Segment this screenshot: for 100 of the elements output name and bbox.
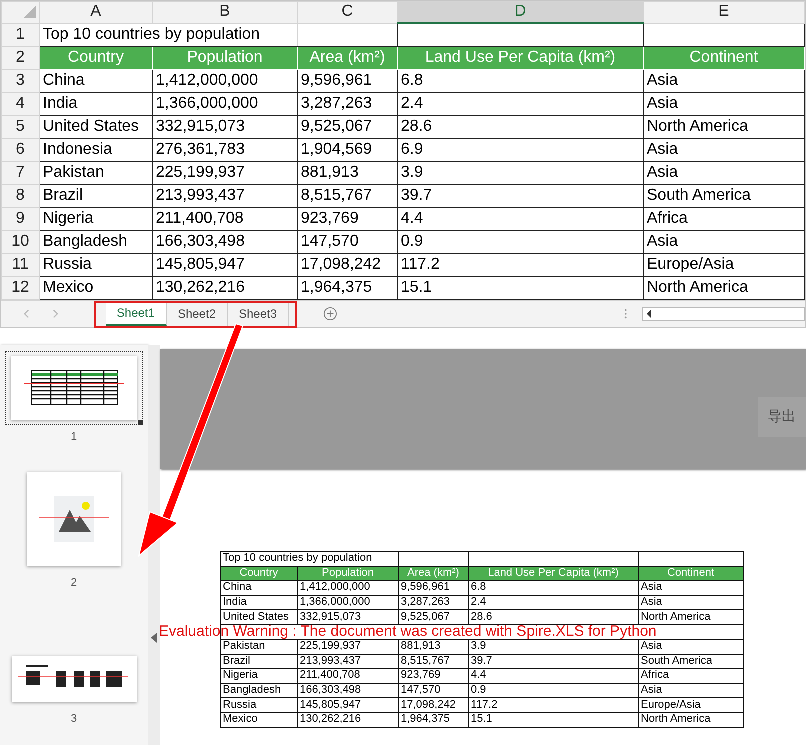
table-cell: India — [220, 595, 298, 610]
table-cell: 211,400,708 — [152, 208, 298, 230]
header-cell: Population — [152, 46, 298, 70]
row-header[interactable]: 3 — [2, 70, 40, 92]
table-cell: 3.9 — [398, 162, 644, 184]
table-cell: 1,964,375 — [298, 276, 398, 300]
add-icon[interactable] — [323, 306, 338, 322]
table-cell: 15.1 — [398, 276, 644, 300]
table-cell: 147,570 — [298, 230, 398, 254]
header-cell: Population — [298, 566, 398, 581]
table-cell: 881,913 — [298, 162, 398, 184]
table-cell: 1,904,569 — [298, 138, 398, 162]
table-cell: 9,596,961 — [398, 580, 468, 596]
table-cell: Bangladesh — [220, 683, 298, 698]
more-icon — [624, 308, 628, 320]
table-cell: Africa — [644, 208, 804, 230]
table-cell: 39.7 — [398, 184, 644, 208]
table-cell: Asia — [644, 92, 804, 116]
table-cell: 2.4 — [468, 595, 638, 610]
table-cell: 15.1 — [468, 712, 638, 728]
header-cell: Land Use Per Capita (km²) — [398, 46, 644, 70]
row-header[interactable]: 9 — [2, 208, 40, 230]
table-cell: United States — [220, 610, 298, 624]
table-cell: Russia — [220, 698, 298, 712]
table-cell: South America — [644, 184, 804, 208]
table-cell: Pakistan — [40, 162, 152, 184]
table-cell: 211,400,708 — [298, 668, 398, 684]
row-header[interactable]: 6 — [2, 138, 40, 162]
column-header[interactable]: C — [298, 2, 398, 23]
header-cell: Continent — [644, 46, 804, 70]
table-cell: 1,366,000,000 — [298, 595, 398, 610]
table-cell: 276,361,783 — [152, 138, 298, 162]
table-cell: 3.9 — [468, 639, 638, 654]
table-cell: 1,412,000,000 — [152, 70, 298, 92]
table-cell: 213,993,437 — [298, 654, 398, 669]
table-cell: Mexico — [40, 276, 152, 300]
table-cell: Pakistan — [220, 639, 298, 654]
table-cell: Asia — [638, 683, 744, 698]
table-cell: 0.9 — [468, 683, 638, 698]
scroll-left-icon[interactable] — [644, 309, 653, 319]
row-header[interactable]: 4 — [2, 92, 40, 116]
row-header[interactable]: 5 — [2, 116, 40, 138]
page-number: 2 — [70, 577, 78, 589]
header-cell: Country — [220, 566, 298, 581]
table-cell: 881,913 — [398, 639, 468, 654]
table-cell: 147,570 — [398, 683, 468, 698]
table-cell: 17,098,242 — [298, 254, 398, 276]
table-cell: 4.4 — [398, 208, 644, 230]
column-header[interactable]: B — [152, 2, 298, 23]
row-header[interactable]: 12 — [2, 276, 40, 300]
table-cell: 17,098,242 — [398, 698, 468, 712]
table-cell: 9,596,961 — [298, 70, 398, 92]
table-cell: Brazil — [40, 184, 152, 208]
table-cell: Asia — [644, 230, 804, 254]
collapse-icon[interactable] — [151, 633, 157, 643]
table-cell: Brazil — [220, 654, 298, 669]
row-header[interactable]: 7 — [2, 162, 40, 184]
table-cell: 9,525,067 — [298, 116, 398, 138]
row-header[interactable]: 8 — [2, 184, 40, 208]
row-header[interactable]: 11 — [2, 254, 40, 276]
table-cell: Top 10 countries by population — [220, 552, 398, 566]
header-cell: Country — [40, 46, 152, 70]
table-cell: 0.9 — [398, 230, 644, 254]
header-cell: Area (km²) — [298, 46, 398, 70]
table-cell: 3,287,263 — [398, 595, 468, 610]
header-cell: Land Use Per Capita (km²) — [468, 566, 638, 581]
table-cell: 923,769 — [398, 668, 468, 684]
table-cell: Mexico — [220, 712, 298, 728]
table-cell: India — [40, 92, 152, 116]
table-cell: 117.2 — [468, 698, 638, 712]
table-cell: Indonesia — [40, 138, 152, 162]
table-cell: Europe/Asia — [644, 254, 804, 276]
table-cell: 6.8 — [468, 580, 638, 596]
row-header[interactable]: 2 — [2, 46, 40, 70]
table-cell: North America — [638, 610, 744, 624]
column-header[interactable]: D — [398, 2, 644, 23]
table-cell: 117.2 — [398, 254, 644, 276]
table-cell: 213,993,437 — [152, 184, 298, 208]
table-cell: 1,412,000,000 — [298, 580, 398, 596]
table-cell: Asia — [638, 580, 744, 596]
sheet-tab[interactable]: Sheet1 — [106, 302, 167, 326]
row-header[interactable]: 10 — [2, 230, 40, 254]
table-cell: 8,515,767 — [298, 184, 398, 208]
horizontal-scrollbar[interactable] — [642, 307, 805, 321]
table-cell: Asia — [638, 595, 744, 610]
table-cell: 332,915,073 — [298, 610, 398, 624]
table-cell: 130,262,216 — [152, 276, 298, 300]
header-cell: Area (km²) — [398, 566, 468, 581]
row-header[interactable]: 1 — [2, 23, 40, 46]
table-cell: Bangladesh — [40, 230, 152, 254]
table-cell: Nigeria — [220, 668, 298, 684]
table-cell: 8,515,767 — [398, 654, 468, 669]
table-cell: Asia — [644, 138, 804, 162]
table-cell: 225,199,937 — [298, 639, 398, 654]
column-header[interactable]: E — [644, 2, 804, 23]
table-cell: 225,199,937 — [152, 162, 298, 184]
table-cell: Asia — [644, 70, 804, 92]
column-header[interactable]: A — [40, 2, 152, 23]
header-cell: Continent — [638, 566, 744, 581]
page-thumbnail[interactable] — [5, 351, 143, 425]
